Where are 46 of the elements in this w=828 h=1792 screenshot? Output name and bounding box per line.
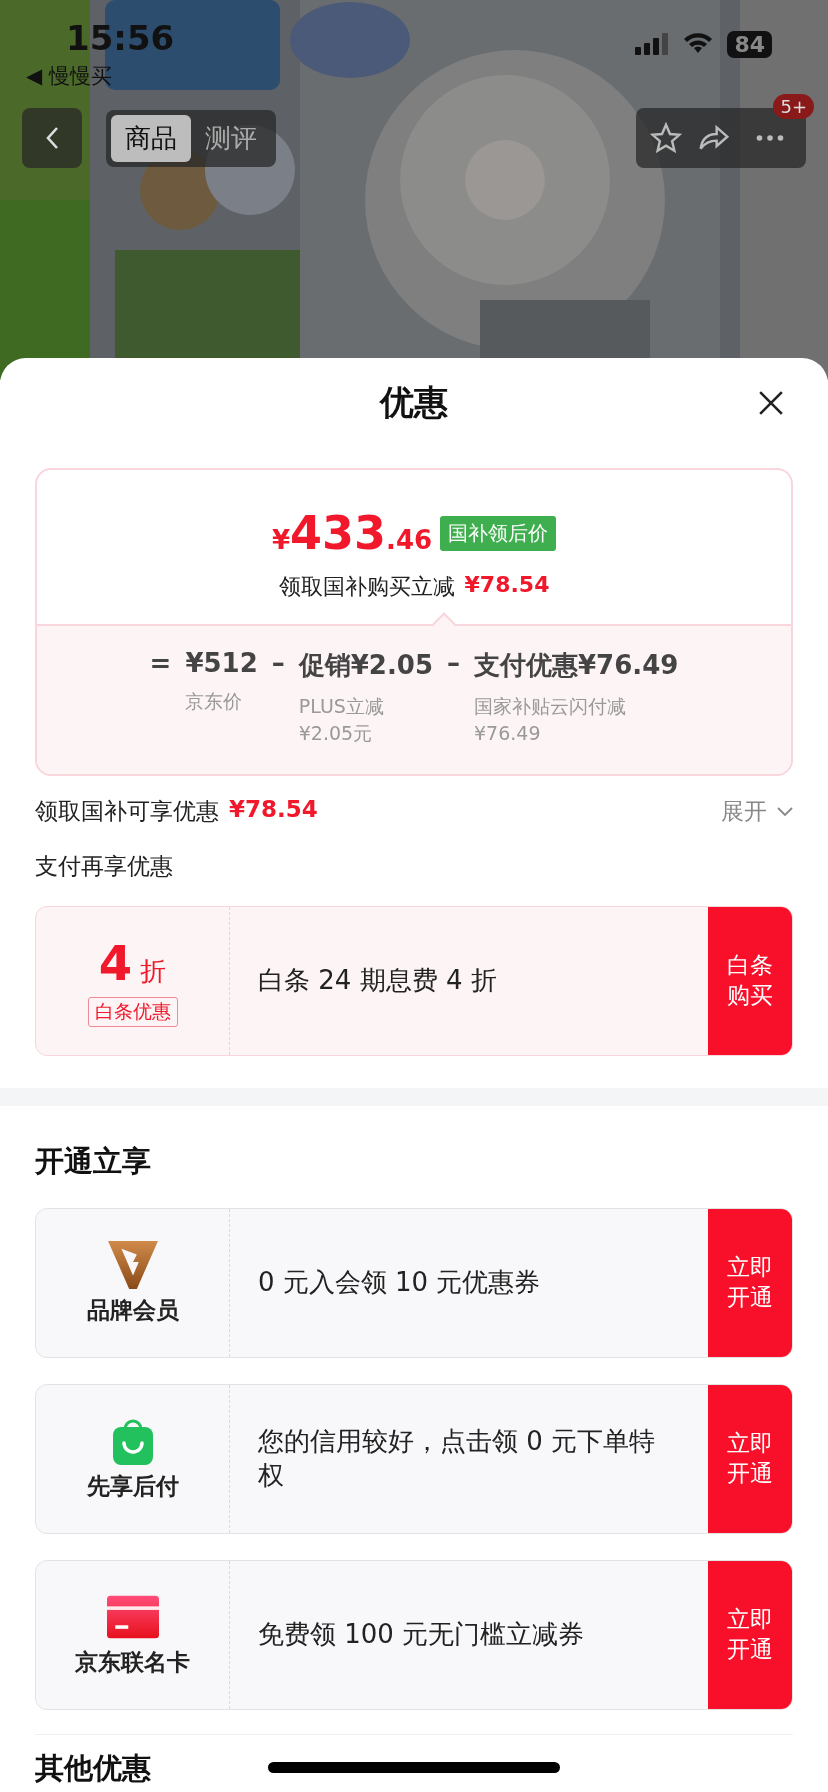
- section-label: 支付再享优惠: [34, 852, 174, 882]
- breakdown-note: PLUS立减 ¥2.05元: [298, 694, 385, 746]
- offer-description: 0 元入会领 10 元优惠券: [257, 1266, 542, 1300]
- breakdown-value: ¥512: [185, 648, 258, 678]
- operator-sign: –: [447, 648, 461, 678]
- more-icon: [756, 134, 784, 142]
- battery-level: 84: [727, 30, 772, 58]
- sheet-title: 优惠: [380, 381, 448, 424]
- back-button[interactable]: [22, 108, 82, 168]
- price-tag: 国补领后价: [440, 515, 557, 551]
- summary-label: 领取国补可享优惠: [35, 797, 219, 827]
- close-icon: [758, 390, 784, 416]
- offer-description: 您的信用较好，点击领 0 元下单特权: [257, 1425, 657, 1493]
- section-title: 开通立享: [34, 1143, 152, 1181]
- signal-icon: [635, 33, 670, 55]
- offer-action-button[interactable]: 立即开通: [708, 1561, 792, 1710]
- back-icon: [45, 126, 59, 150]
- star-icon: [650, 122, 682, 154]
- notification-badge: 5+: [773, 94, 814, 119]
- saving-amount: ¥78.54: [464, 572, 550, 599]
- v-logo-icon: [106, 1240, 159, 1289]
- offer-name: 品牌会员: [86, 1295, 179, 1325]
- expand-toggle[interactable]: 展开: [721, 796, 793, 828]
- operator-sign: –: [271, 648, 285, 678]
- breakdown-value: 促销¥2.05: [298, 649, 434, 682]
- summary-amount: ¥78.54: [229, 796, 318, 825]
- tab[interactable]: 测评: [191, 114, 271, 162]
- offer-name: 京东联名卡: [75, 1647, 190, 1677]
- offer-action-button[interactable]: 立即开通: [708, 1209, 792, 1358]
- wifi-icon: [683, 33, 714, 55]
- offer-action-button[interactable]: 立即开通: [708, 1385, 792, 1534]
- offer-description: 白条 24 期息费 4 折: [257, 964, 498, 998]
- offer-action-button[interactable]: 白条购买: [708, 907, 792, 1056]
- offer-tag: 白条优惠: [87, 997, 178, 1028]
- offer-description: 免费领 100 元无门槛立减券: [257, 1618, 586, 1652]
- final-price: ¥433.46: [271, 506, 433, 560]
- operator-sign: =: [149, 648, 172, 678]
- section-title: 其他优惠: [35, 1750, 151, 1788]
- offer-name: 先享后付: [86, 1471, 179, 1501]
- tab[interactable]: 商品: [111, 114, 191, 162]
- chevron-down-icon: [777, 806, 793, 817]
- saving-label: 领取国补购买立减: [278, 573, 455, 601]
- breakdown-note: 京东价: [185, 689, 244, 714]
- breakdown-note: 国家补贴云闪付减 ¥76.49: [474, 694, 628, 746]
- discount-value: 4 折: [98, 935, 167, 992]
- breakdown-value: 支付优惠¥76.49: [474, 649, 679, 682]
